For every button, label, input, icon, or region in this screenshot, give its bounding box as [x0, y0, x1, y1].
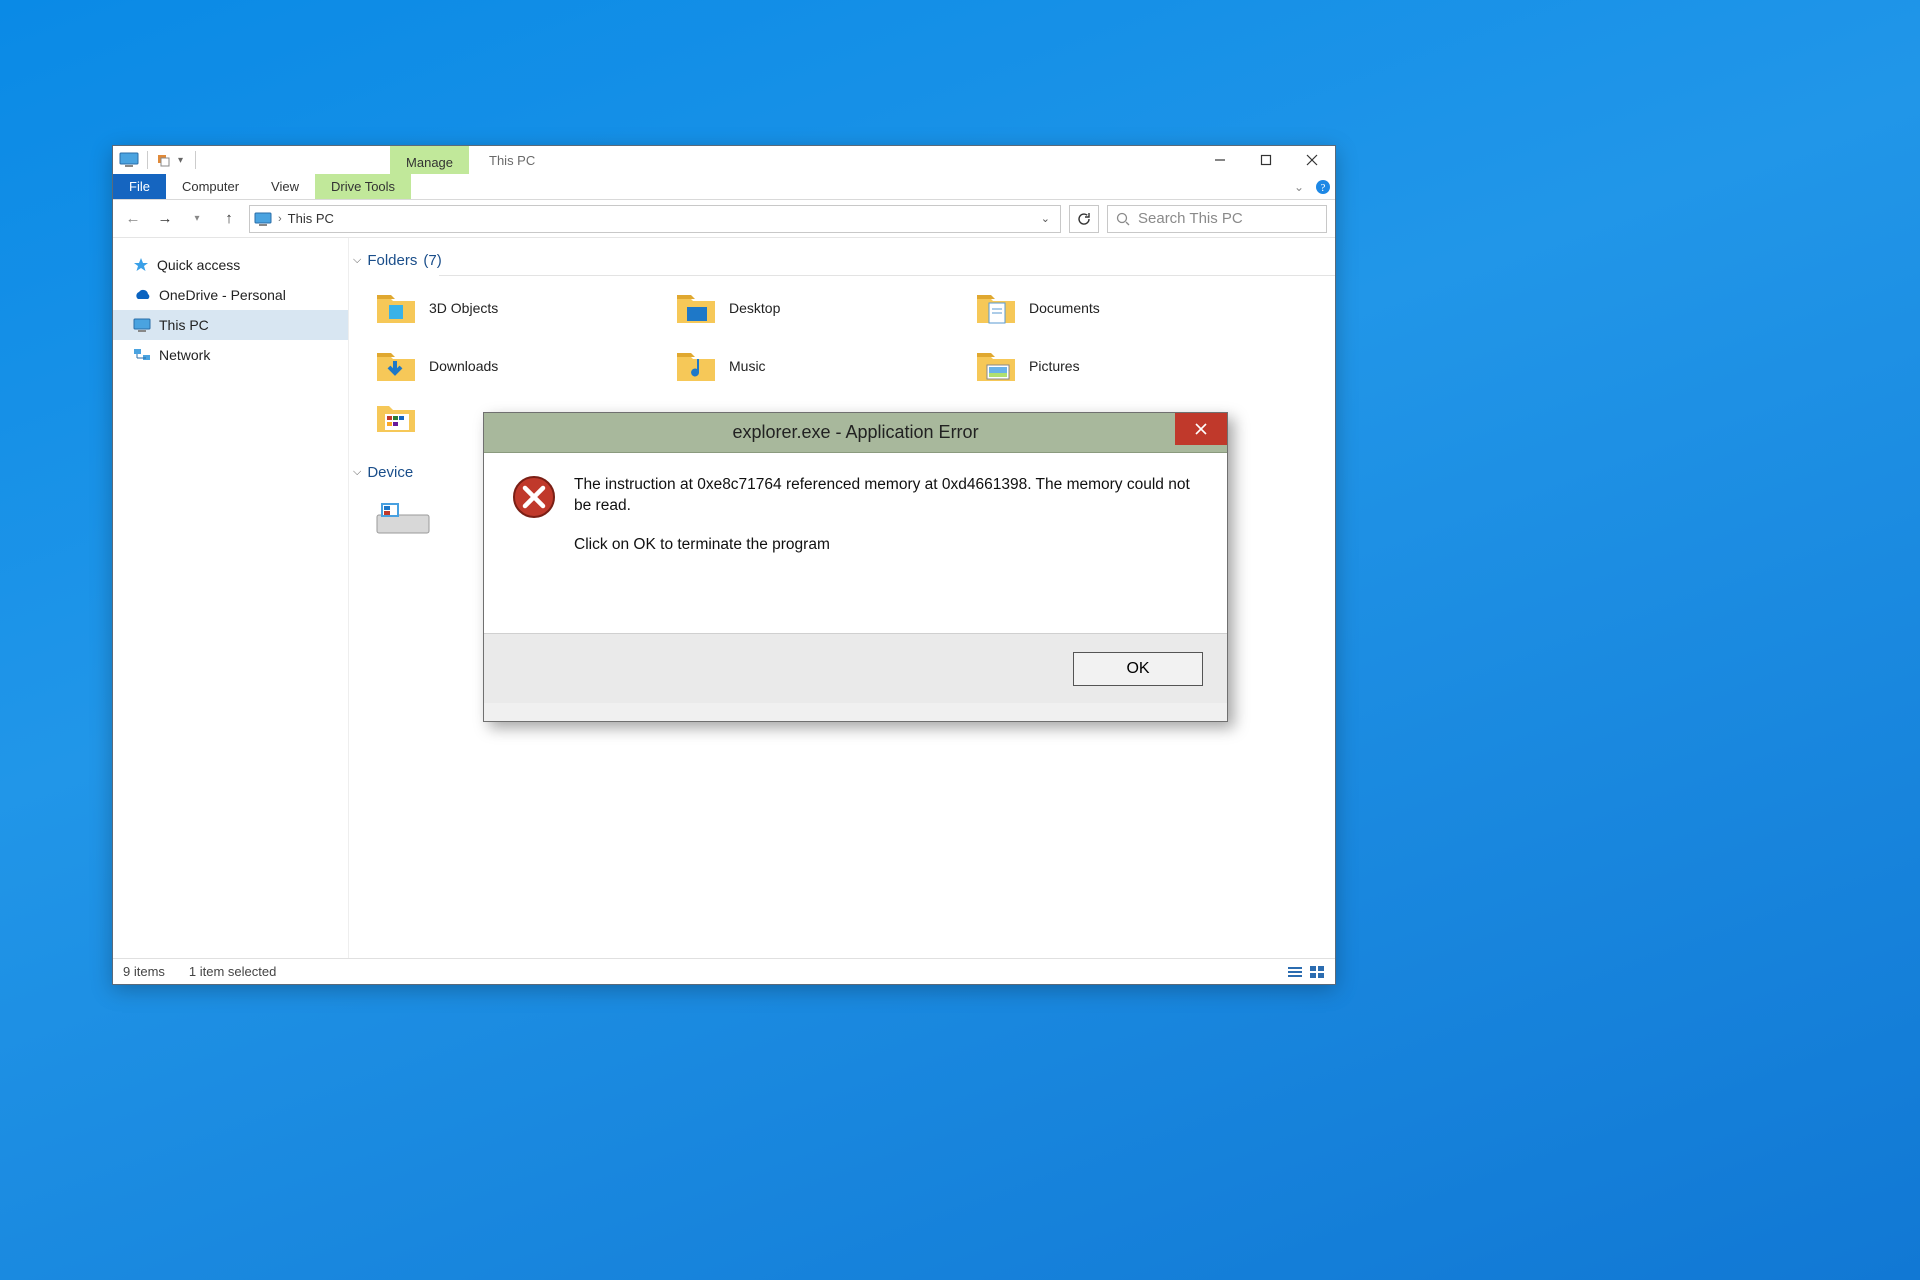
- help-icon[interactable]: ?: [1311, 174, 1335, 199]
- sidebar-item-label: Quick access: [157, 257, 240, 273]
- folder-label: Music: [729, 358, 766, 374]
- separator: [195, 151, 196, 169]
- dialog-message-line2: Click on OK to terminate the program: [574, 535, 1199, 556]
- quick-access-toolbar: ▾: [113, 151, 200, 169]
- folder-label: Downloads: [429, 358, 498, 374]
- sidebar-item-label: OneDrive - Personal: [159, 287, 286, 303]
- folder-label: Documents: [1029, 300, 1100, 316]
- folder-label: Pictures: [1029, 358, 1080, 374]
- search-placeholder: Search This PC: [1138, 210, 1243, 227]
- dialog-message: The instruction at 0xe8c71764 referenced…: [574, 475, 1199, 623]
- folder-icon: [375, 398, 417, 436]
- folder-3d-objects[interactable]: 3D Objects: [375, 286, 655, 330]
- folder-documents[interactable]: Documents: [975, 286, 1255, 330]
- ok-button[interactable]: OK: [1073, 652, 1203, 686]
- tab-computer[interactable]: Computer: [166, 174, 255, 199]
- dialog-footer: OK: [484, 633, 1227, 703]
- ribbon-collapse-chevron-icon[interactable]: ⌄: [1287, 174, 1311, 199]
- quick-access-dropdown[interactable]: [156, 153, 170, 167]
- group-header-folders[interactable]: ⌵ Folders (7): [349, 246, 1335, 275]
- up-button[interactable]: ↑: [217, 207, 241, 231]
- window-title: This PC: [489, 153, 535, 168]
- refresh-button[interactable]: [1069, 205, 1099, 233]
- network-icon: [133, 348, 151, 362]
- chevron-down-icon: ⌵: [353, 254, 361, 267]
- address-bar[interactable]: › This PC ⌄: [249, 205, 1061, 233]
- maximize-button[interactable]: [1243, 146, 1289, 174]
- dialog-body: The instruction at 0xe8c71764 referenced…: [484, 453, 1227, 633]
- folder-music[interactable]: Music: [675, 344, 955, 388]
- ribbon: File Computer View Drive Tools ⌄ ?: [113, 174, 1335, 200]
- group-count: (7): [423, 252, 441, 269]
- sidebar-item-quick-access[interactable]: Quick access: [113, 250, 348, 280]
- this-pc-icon: [254, 212, 272, 226]
- dialog-close-button[interactable]: [1175, 413, 1227, 445]
- tab-file[interactable]: File: [113, 174, 166, 199]
- folder-icon: [375, 347, 417, 385]
- status-selection-count: 1 item selected: [189, 964, 276, 979]
- dialog-titlebar[interactable]: explorer.exe - Application Error: [484, 413, 1227, 453]
- breadcrumb-this-pc[interactable]: This PC: [288, 211, 334, 226]
- titlebar: ▾ Manage This PC: [113, 146, 1335, 174]
- sidebar-item-this-pc[interactable]: This PC: [113, 310, 348, 340]
- sidebar-item-label: This PC: [159, 317, 209, 333]
- folder-label: Desktop: [729, 300, 780, 316]
- drive-icon: [375, 497, 431, 537]
- large-icons-view-icon[interactable]: [1309, 965, 1325, 979]
- sidebar-item-onedrive[interactable]: OneDrive - Personal: [113, 280, 348, 310]
- breadcrumb-separator-icon: ›: [278, 213, 282, 225]
- folder-downloads[interactable]: Downloads: [375, 344, 655, 388]
- separator: [147, 151, 148, 169]
- group-label: Folders: [367, 252, 417, 269]
- folder-icon: [975, 289, 1017, 327]
- close-button[interactable]: [1289, 146, 1335, 174]
- error-icon: [512, 475, 556, 623]
- forward-button[interactable]: →: [153, 207, 177, 231]
- address-dropdown-chevron-icon[interactable]: ⌄: [1041, 212, 1056, 225]
- group-label: Device: [367, 464, 413, 481]
- chevron-down-icon: ⌵: [353, 466, 361, 479]
- recent-locations-chevron-icon[interactable]: ▾: [185, 207, 209, 231]
- this-pc-icon: [119, 152, 139, 168]
- error-dialog: explorer.exe - Application Error The ins…: [483, 412, 1228, 722]
- cloud-icon: [133, 288, 151, 302]
- star-icon: [133, 257, 149, 273]
- navigation-bar: ← → ▾ ↑ › This PC ⌄ Search This PC: [113, 200, 1335, 238]
- contextual-tab-header: Manage: [390, 146, 469, 174]
- this-pc-icon: [133, 318, 151, 332]
- minimize-button[interactable]: [1197, 146, 1243, 174]
- folder-pictures[interactable]: Pictures: [975, 344, 1255, 388]
- folder-icon: [675, 347, 717, 385]
- folder-desktop[interactable]: Desktop: [675, 286, 955, 330]
- folder-icon: [675, 289, 717, 327]
- details-view-icon[interactable]: [1287, 965, 1303, 979]
- tab-drive-tools[interactable]: Drive Tools: [315, 174, 411, 199]
- search-box[interactable]: Search This PC: [1107, 205, 1327, 233]
- dialog-message-line1: The instruction at 0xe8c71764 referenced…: [574, 475, 1199, 517]
- folder-icon: [975, 347, 1017, 385]
- status-item-count: 9 items: [123, 964, 165, 979]
- navigation-pane: Quick access OneDrive - Personal This PC…: [113, 238, 348, 958]
- search-icon: [1116, 212, 1130, 226]
- dialog-title-text: explorer.exe - Application Error: [732, 422, 978, 443]
- tab-view[interactable]: View: [255, 174, 315, 199]
- back-button[interactable]: ←: [121, 207, 145, 231]
- status-bar: 9 items 1 item selected: [113, 958, 1335, 984]
- svg-text:?: ?: [1321, 182, 1326, 194]
- chevron-down-icon[interactable]: ▾: [174, 155, 187, 166]
- folder-label: 3D Objects: [429, 300, 498, 316]
- window-controls: [1197, 146, 1335, 174]
- folder-icon: [375, 289, 417, 327]
- sidebar-item-label: Network: [159, 347, 210, 363]
- folders-grid: 3D Objects Desktop Documents Downloads M…: [349, 276, 1335, 398]
- sidebar-item-network[interactable]: Network: [113, 340, 348, 370]
